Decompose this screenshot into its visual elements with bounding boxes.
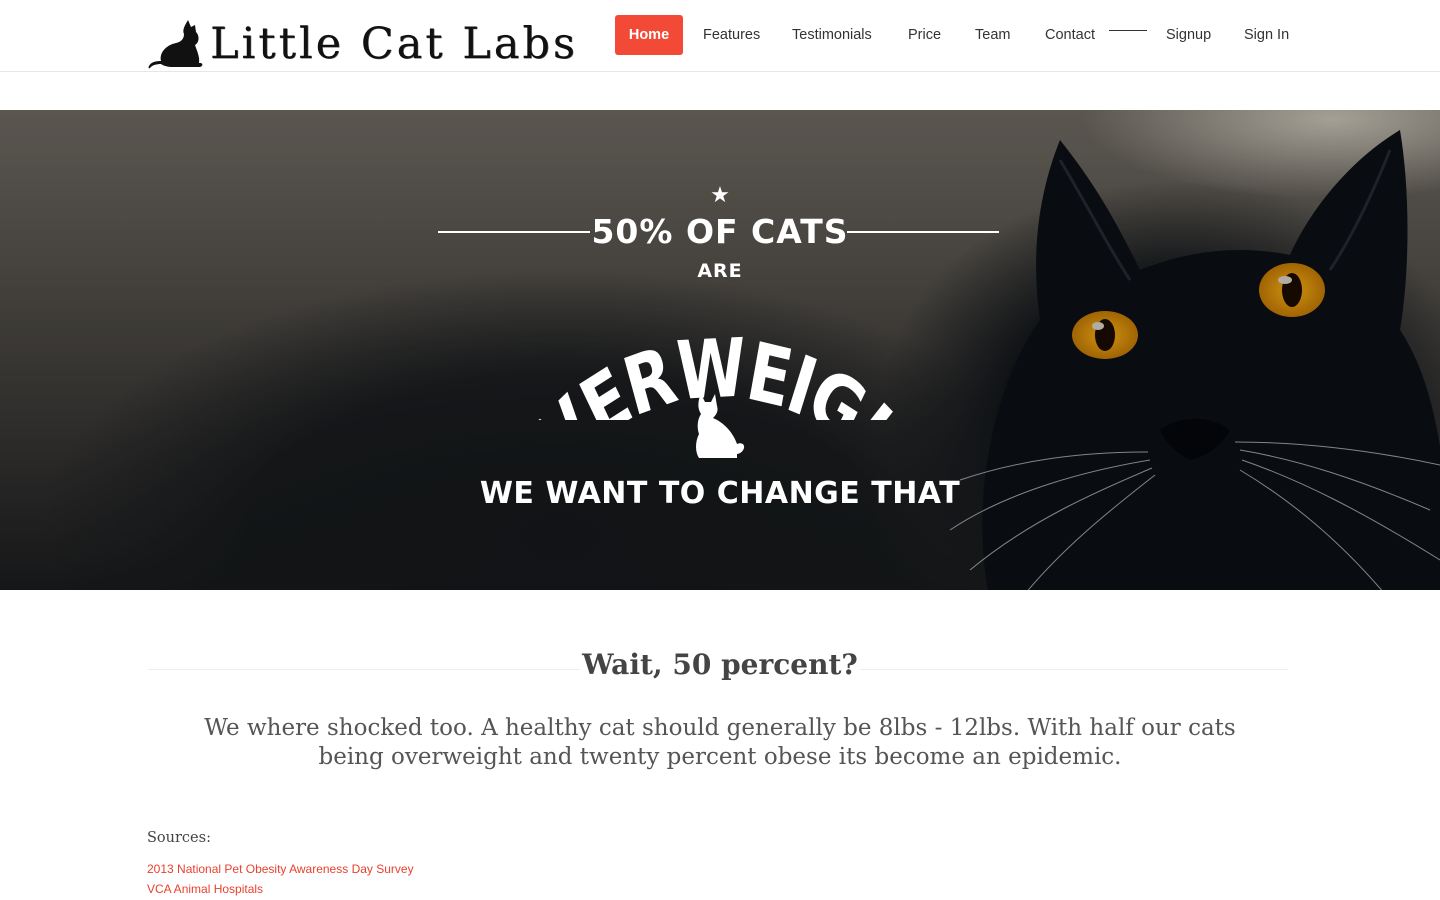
nav-testimonials[interactable]: Testimonials — [792, 15, 872, 55]
hero-banner: ★ 50% OF CATS ARE OVERWEIGHT WE WANT TO … — [0, 110, 1440, 590]
nav-sign-in[interactable]: Sign In — [1244, 15, 1289, 55]
nav-divider — [1109, 30, 1147, 31]
nav-signup[interactable]: Signup — [1166, 15, 1211, 55]
cat-logo-icon — [148, 20, 203, 69]
brand-logo[interactable]: Little Cat Labs — [148, 14, 578, 70]
nav-home[interactable]: Home — [615, 15, 683, 55]
nav-team[interactable]: Team — [975, 15, 1010, 55]
sources-label: Sources: — [147, 830, 211, 846]
source-link-vca[interactable]: VCA Animal Hospitals — [147, 882, 263, 896]
intro-text: We where shocked too. A healthy cat shou… — [204, 715, 1236, 770]
hero-connector: ARE — [697, 260, 743, 282]
section-title: Wait, 50 percent? — [580, 648, 860, 681]
hero-headline: 50% OF CATS — [591, 212, 849, 251]
source-link-survey[interactable]: 2013 National Pet Obesity Awareness Day … — [147, 862, 414, 876]
star-icon: ★ — [710, 182, 730, 207]
nav-contact[interactable]: Contact — [1045, 15, 1095, 55]
nav-features[interactable]: Features — [703, 15, 760, 55]
brand-name: Little Cat Labs — [210, 19, 579, 69]
site-header: Little Cat Labs Home Features Testimonia… — [0, 0, 1440, 72]
cat-silhouette-icon — [696, 394, 745, 458]
hero-tagline: WE WANT TO CHANGE THAT — [479, 476, 961, 511]
nav-price[interactable]: Price — [908, 15, 941, 55]
